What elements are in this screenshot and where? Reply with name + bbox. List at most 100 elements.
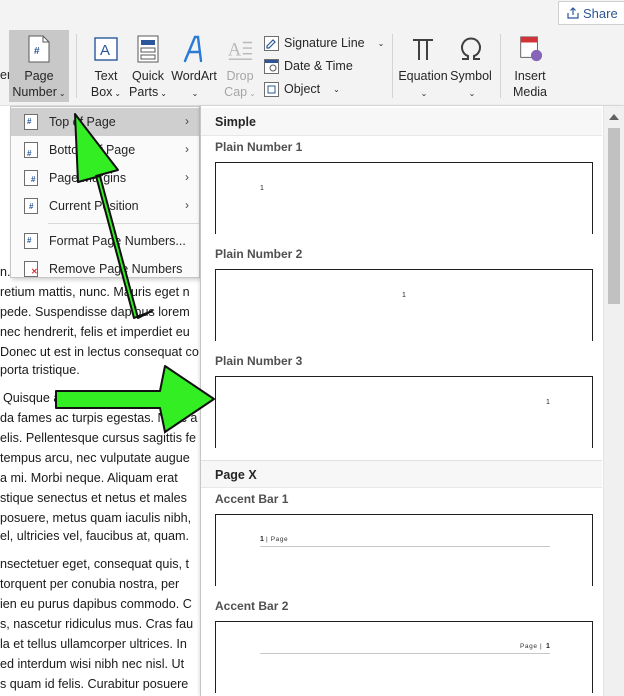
doc-line: ed interdum wisi nibh nec nisl. Ut (0, 657, 185, 671)
quick-parts-icon (135, 34, 161, 64)
share-button[interactable]: Share (558, 1, 624, 25)
gallery-item-accent-bar-2[interactable]: Page | 1 (215, 621, 593, 693)
insert-media-label-2: Media (512, 85, 548, 99)
menu-item-format-page-numbers[interactable]: # Format Page Numbers... (11, 227, 199, 255)
gallery-item-title: Accent Bar 1 (215, 492, 289, 506)
doc-line: a mi. Morbi neque. Aliquam erat (0, 471, 178, 485)
equation-button[interactable]: Equation ⌄ (398, 34, 448, 102)
menu-item-top-of-page[interactable]: # Top of Page › (11, 108, 199, 136)
drop-cap-label-1: Drop (226, 69, 254, 83)
symbol-button[interactable]: Symbol ⌄ (448, 34, 494, 102)
doc-line: posuere, metus quam iaculis nibh, (0, 511, 192, 525)
svg-text:A: A (228, 40, 242, 61)
doc-line: Donec ut est in lectus consequat co (0, 345, 199, 359)
page-number-label-1: Page (24, 69, 54, 83)
menu-item-remove-page-numbers[interactable]: ✕ Remove Page Numbers (11, 255, 199, 283)
object-label: Object (284, 82, 321, 96)
gallery-item-title: Plain Number 1 (215, 140, 303, 154)
doc-line: stique senectus et netus et males (0, 491, 187, 505)
gallery-category-header: Simple (201, 108, 602, 136)
doc-line: pede. Suspendisse dapibus lorem (0, 305, 190, 319)
gallery-item-plain-number-3[interactable]: 1 (215, 376, 593, 448)
chevron-right-icon: › (185, 198, 189, 212)
menu-item-label: Page Margins (49, 171, 127, 185)
doc-line: ien eu purus dapibus commodo. C (0, 597, 192, 611)
share-icon (567, 7, 579, 19)
text-box-label-2: Box (90, 85, 113, 99)
insert-media-label-1: Insert (514, 69, 546, 83)
page-number-preview: 1 (546, 399, 550, 406)
chevron-down-icon: ⌄ (249, 89, 256, 98)
signature-line-button[interactable]: Signature Line ⌄ (264, 33, 384, 53)
date-time-button[interactable]: Date & Time (264, 56, 353, 76)
menu-item-label: Bottom of Page (49, 143, 136, 157)
gallery-item-accent-bar-1[interactable]: 1 | Page (215, 514, 593, 586)
scroll-thumb[interactable] (608, 128, 620, 304)
gallery-item-plain-number-2[interactable]: 1 (215, 269, 593, 341)
menu-item-current-position[interactable]: # Current Position › (11, 192, 199, 220)
gallery-scrollbar[interactable] (603, 106, 624, 696)
accent-text-preview: | Page (266, 536, 289, 543)
current-position-icon: # (24, 198, 38, 214)
chevron-down-icon: ⌄ (114, 89, 122, 98)
page-number-icon: # (26, 34, 52, 64)
insert-media-icon (517, 34, 543, 64)
page-number-label-2: Number (12, 85, 57, 99)
chevron-down-icon: ⌄ (160, 89, 167, 98)
svg-text:#: # (34, 46, 40, 57)
menu-item-page-margins[interactable]: # Page Margins › (11, 164, 199, 192)
insert-media-button[interactable]: Insert Media (507, 34, 553, 100)
drop-cap-icon: A (227, 34, 253, 64)
quick-parts-label-1: Quick (132, 69, 164, 83)
text-box-button[interactable]: A Text Box ⌄ (86, 34, 126, 102)
object-button[interactable]: Object ⌄ (264, 79, 340, 99)
scroll-up-arrow-icon[interactable] (609, 114, 619, 120)
menu-item-label: Format Page Numbers... (49, 234, 186, 248)
page-margins-icon: # (24, 170, 38, 186)
doc-line: s quam id felis. Curabitur posuere (0, 677, 189, 691)
drop-cap-button[interactable]: A Drop Cap ⌄ (221, 34, 259, 102)
text-box-icon: A (93, 34, 119, 64)
format-page-numbers-icon: # (24, 233, 38, 249)
page-number-gallery: Simple Plain Number 1 1 Plain Number 2 1… (200, 106, 624, 696)
doc-line: nsectetuer eget, consequat quis, t (0, 557, 190, 571)
remove-page-numbers-icon: ✕ (24, 261, 38, 277)
doc-line: da fames ac turpis egestas. Nunc a (0, 411, 198, 425)
calendar-icon (264, 58, 279, 74)
wordart-icon (181, 34, 207, 64)
gallery-item-plain-number-1[interactable]: 1 (215, 162, 593, 234)
chevron-down-icon: ⌄ (377, 38, 385, 48)
doc-line: s, nascetur ridiculus mus. Cras fau (0, 617, 194, 631)
chevron-down-icon: ⌄ (468, 89, 476, 98)
share-label: Share (583, 5, 618, 21)
ribbon-separator (392, 34, 393, 98)
equation-label: Equation (398, 69, 448, 83)
signature-line-label: Signature Line (284, 36, 365, 50)
doc-line: la et tellus ullamcorper ultrices. In (0, 637, 187, 651)
page-number-preview: 1 (260, 185, 264, 192)
doc-line: torquent per conubia nostra, per (0, 577, 180, 591)
text-box-label-1: Text (94, 69, 118, 83)
quick-parts-button[interactable]: Quick Parts ⌄ (128, 34, 168, 102)
menu-item-bottom-of-page[interactable]: # Bottom of Page › (11, 136, 199, 164)
ribbon-separator (500, 34, 501, 98)
doc-line: elis. Pellentesque cursus sagittis fe (0, 431, 197, 445)
wordart-label: WordArt (171, 69, 217, 83)
wordart-button[interactable]: WordArt ⌄ (170, 34, 218, 102)
page-number-preview: 1 (260, 536, 264, 543)
chevron-down-icon: ⌄ (58, 89, 66, 98)
page-number-preview: 1 (546, 643, 550, 650)
chevron-down-icon: ⌄ (191, 89, 199, 98)
doc-line: el, ultricies vel, faucibus at, quam. (0, 529, 189, 543)
doc-line: porta tristique. (0, 363, 80, 377)
insert-ribbon: Share er # Page Number ⌄ A Text Box ⌄ Quic… (0, 0, 624, 106)
doc-line: tempus arcu, nec vulputate augue (0, 451, 190, 465)
date-time-label: Date & Time (284, 59, 353, 73)
page-number-preview: 1 (402, 292, 406, 299)
omega-icon (458, 34, 484, 64)
chevron-down-icon: ⌄ (420, 89, 428, 98)
menu-item-label: Remove Page Numbers (49, 262, 183, 276)
doc-line: retium mattis, nunc. Mauris eget n (0, 285, 190, 299)
page-number-button[interactable]: # Page Number ⌄ (9, 30, 69, 102)
drop-cap-label-2: Cap (224, 85, 248, 99)
